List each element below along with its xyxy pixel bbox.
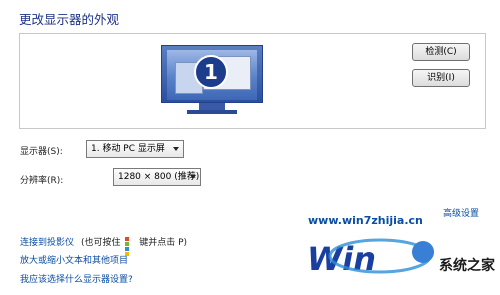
projector-hint-after: 键并点击 P)	[139, 238, 188, 248]
display-select[interactable]: 1. 移动 PC 显示屏	[86, 140, 184, 158]
connect-projector-link[interactable]: 连接到投影仪	[20, 235, 74, 248]
page-title: 更改显示器的外观	[19, 12, 120, 27]
display-label: 显示器(S):	[20, 147, 63, 157]
projector-hint-before: (也可按住	[81, 238, 121, 248]
enlarge-text-link[interactable]: 放大或缩小文本和其他项目	[20, 253, 128, 266]
which-display-settings-link[interactable]: 我应该选择什么显示器设置?	[20, 272, 133, 285]
watermark-logo: Win 系统之家	[307, 238, 496, 278]
monitor-base	[187, 110, 237, 114]
chevron-down-icon	[190, 175, 196, 179]
resolution-select-value: 1280 × 800 (推荐)	[118, 172, 200, 182]
projector-hint: (也可按住 键并点击 P)	[81, 235, 188, 256]
resolution-label: 分辨率(R):	[20, 176, 64, 186]
watermark-logo-text: 系统之家	[439, 257, 496, 274]
display-select-value: 1. 移动 PC 显示屏	[91, 144, 165, 154]
globe-icon	[412, 241, 434, 263]
identify-button[interactable]: 识别(I)	[412, 69, 470, 87]
detect-button[interactable]: 检测(C)	[412, 43, 470, 61]
windows-logo-icon	[125, 237, 134, 256]
resolution-select[interactable]: 1280 × 800 (推荐)	[113, 168, 201, 186]
advanced-settings-link[interactable]: 高级设置	[443, 206, 479, 219]
chevron-down-icon	[173, 147, 179, 151]
monitor-number-badge: 1	[194, 55, 228, 89]
monitor-1-icon[interactable]: 1	[161, 45, 263, 115]
